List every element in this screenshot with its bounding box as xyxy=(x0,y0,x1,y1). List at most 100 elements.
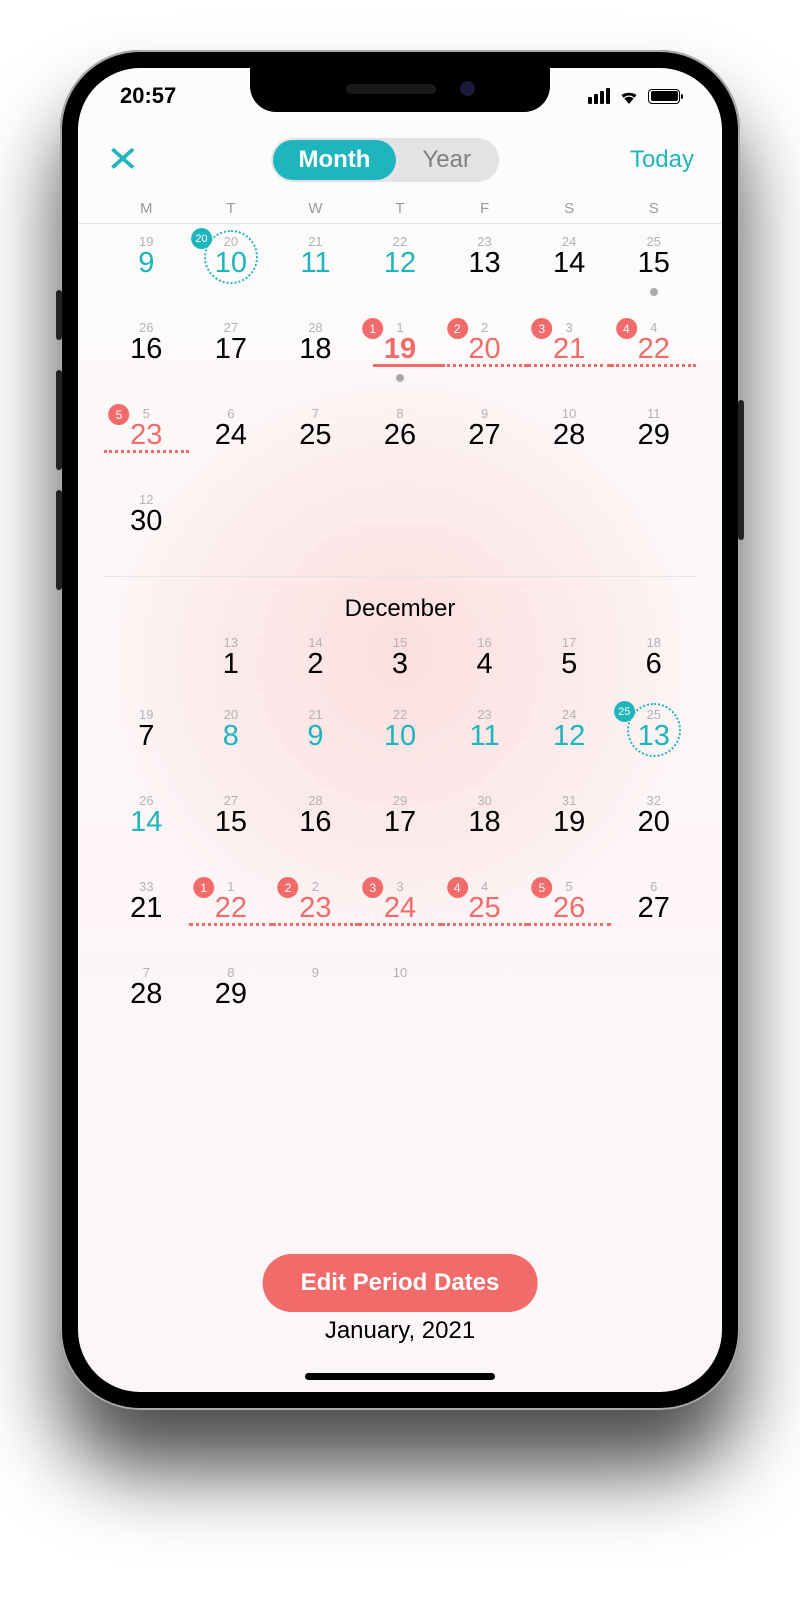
calendar-day[interactable]: 202010 xyxy=(189,230,274,310)
weekday-label: M xyxy=(104,200,189,217)
calendar-day[interactable]: 3321 xyxy=(527,316,612,396)
day-number: 15 xyxy=(611,247,696,280)
day-number: 14 xyxy=(104,806,189,839)
day-number: 6 xyxy=(611,648,696,681)
calendar-day[interactable]: 1119 xyxy=(358,316,443,396)
year-tab[interactable]: Year xyxy=(396,140,497,180)
calendar-day[interactable]: 175 xyxy=(527,631,612,697)
signal-icon xyxy=(588,88,610,104)
day-number: 9 xyxy=(273,720,358,753)
calendar-day[interactable]: 829 xyxy=(189,961,274,1027)
day-number: 11 xyxy=(273,247,358,280)
day-number: 18 xyxy=(273,333,358,366)
period-badge: 1 xyxy=(362,318,383,339)
calendar-day[interactable]: 5523 xyxy=(104,402,189,482)
ovulation-badge: 25 xyxy=(614,701,635,722)
calendar-day[interactable]: 2313 xyxy=(442,230,527,310)
weekday-label: S xyxy=(527,200,612,217)
weekday-label: F xyxy=(442,200,527,217)
calendar-day[interactable]: 164 xyxy=(442,631,527,697)
close-icon[interactable]: ✕ xyxy=(106,142,140,178)
calendar-day[interactable]: 627 xyxy=(611,875,696,955)
calendar-day[interactable]: 2816 xyxy=(273,789,358,869)
calendar-day[interactable]: 3018 xyxy=(442,789,527,869)
calendar-day[interactable] xyxy=(442,961,527,1027)
calendar-day[interactable] xyxy=(358,488,443,568)
day-number: 26 xyxy=(358,419,443,452)
calendar-day[interactable]: 2715 xyxy=(189,789,274,869)
month-header: December xyxy=(104,576,696,625)
calendar-day[interactable]: 2614 xyxy=(104,789,189,869)
calendar-day[interactable]: 624 xyxy=(189,402,274,482)
calendar-day[interactable]: 2220 xyxy=(442,316,527,396)
calendar-day[interactable]: 2515 xyxy=(611,230,696,310)
calendar-day[interactable]: 2717 xyxy=(189,316,274,396)
day-number: 14 xyxy=(527,247,612,280)
calendar-day[interactable]: 1129 xyxy=(611,402,696,482)
calendar-day[interactable]: 10 xyxy=(358,961,443,1027)
calendar-day[interactable] xyxy=(442,488,527,568)
calendar-day[interactable]: 728 xyxy=(104,961,189,1027)
day-number: 28 xyxy=(527,419,612,452)
calendar-day[interactable]: 2212 xyxy=(358,230,443,310)
calendar-day[interactable]: 927 xyxy=(442,402,527,482)
home-indicator[interactable] xyxy=(305,1373,495,1380)
calendar-day[interactable]: 3119 xyxy=(527,789,612,869)
calendar-day[interactable]: 186 xyxy=(611,631,696,697)
today-button[interactable]: Today xyxy=(630,146,694,174)
calendar-day[interactable] xyxy=(189,488,274,568)
calendar-day[interactable]: 252513 xyxy=(611,703,696,783)
calendar-day[interactable]: 2210 xyxy=(358,703,443,783)
calendar-day[interactable]: 5526 xyxy=(527,875,612,955)
calendar-day[interactable]: 199 xyxy=(104,230,189,310)
calendar-day[interactable]: 2616 xyxy=(104,316,189,396)
edit-period-button[interactable]: Edit Period Dates xyxy=(263,1254,538,1312)
calendar-day[interactable] xyxy=(104,631,189,697)
calendar-day[interactable]: 3321 xyxy=(104,875,189,955)
weekday-label: T xyxy=(358,200,443,217)
calendar-day[interactable]: 4425 xyxy=(442,875,527,955)
calendar-day[interactable]: 2111 xyxy=(273,230,358,310)
day-number: 10 xyxy=(189,247,274,280)
ovulation-badge: 20 xyxy=(191,228,212,249)
calendar-day[interactable]: 2412 xyxy=(527,703,612,783)
calendar-day[interactable]: 219 xyxy=(273,703,358,783)
calendar-day[interactable] xyxy=(611,488,696,568)
calendar-day[interactable]: 2818 xyxy=(273,316,358,396)
calendar-day[interactable] xyxy=(611,961,696,1027)
calendar-day[interactable]: 2917 xyxy=(358,789,443,869)
battery-icon xyxy=(648,89,680,104)
calendar-day[interactable] xyxy=(527,488,612,568)
calendar-day[interactable]: 2311 xyxy=(442,703,527,783)
calendar-day[interactable]: 1028 xyxy=(527,402,612,482)
day-number: 16 xyxy=(273,806,358,839)
calendar-day[interactable]: 725 xyxy=(273,402,358,482)
calendar-day[interactable]: 2414 xyxy=(527,230,612,310)
calendar-day[interactable]: 197 xyxy=(104,703,189,783)
day-number: 28 xyxy=(104,978,189,1011)
calendar-day[interactable]: 9 xyxy=(273,961,358,1027)
calendar-scroll[interactable]: 1992020102111221223132414251526162717281… xyxy=(78,230,722,1027)
calendar-day[interactable]: 3324 xyxy=(358,875,443,955)
calendar-day[interactable]: 142 xyxy=(273,631,358,697)
weekday-label: W xyxy=(273,200,358,217)
calendar-day[interactable]: 4422 xyxy=(611,316,696,396)
calendar-day[interactable]: 2223 xyxy=(273,875,358,955)
month-tab[interactable]: Month xyxy=(273,140,397,180)
calendar-day[interactable] xyxy=(527,961,612,1027)
calendar-day[interactable]: 208 xyxy=(189,703,274,783)
calendar-day[interactable] xyxy=(273,488,358,568)
day-number: 21 xyxy=(104,892,189,925)
period-badge: 3 xyxy=(531,318,552,339)
calendar-day[interactable]: 3220 xyxy=(611,789,696,869)
period-badge: 1 xyxy=(193,877,214,898)
calendar-day[interactable]: 826 xyxy=(358,402,443,482)
calendar-day[interactable]: 1122 xyxy=(189,875,274,955)
calendar-day[interactable]: 131 xyxy=(189,631,274,697)
calendar-day[interactable]: 1230 xyxy=(104,488,189,568)
day-number: 4 xyxy=(442,648,527,681)
day-number: 16 xyxy=(104,333,189,366)
period-badge: 3 xyxy=(362,877,383,898)
volume-button xyxy=(56,370,62,470)
calendar-day[interactable]: 153 xyxy=(358,631,443,697)
